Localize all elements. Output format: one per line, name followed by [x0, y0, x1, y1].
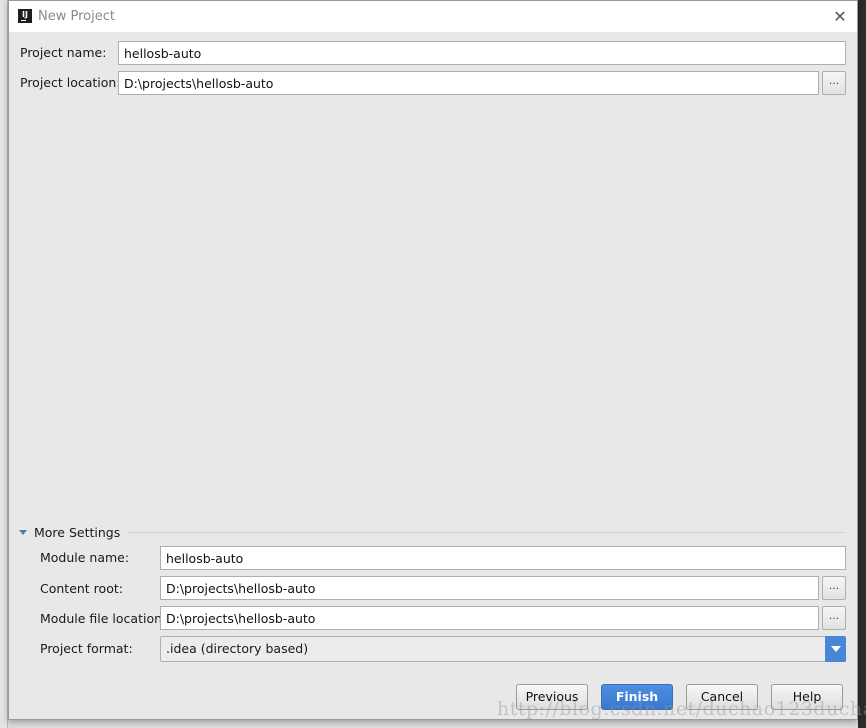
- content-root-input[interactable]: [160, 576, 819, 600]
- ide-left-edge: [0, 0, 8, 728]
- content-root-label: Content root:: [40, 581, 123, 596]
- project-format-value: .idea (directory based): [166, 641, 309, 656]
- module-name-label: Module name:: [40, 550, 130, 565]
- previous-button[interactable]: Previous: [516, 684, 588, 710]
- dialog-title: New Project: [38, 9, 115, 24]
- project-format-select[interactable]: .idea (directory based): [160, 636, 846, 662]
- project-name-label: Project name:: [20, 45, 107, 60]
- project-location-label: Project location:: [20, 75, 121, 90]
- project-location-browse-button[interactable]: ...: [822, 71, 846, 95]
- project-name-input[interactable]: [118, 41, 846, 65]
- separator: [128, 532, 845, 533]
- cancel-button[interactable]: Cancel: [686, 684, 758, 710]
- new-project-dialog: IJ New Project ✕ Project name: Project l…: [8, 0, 858, 720]
- project-format-label: Project format:: [40, 641, 133, 656]
- collapse-triangle-icon: [19, 530, 27, 535]
- help-button[interactable]: Help: [771, 684, 843, 710]
- module-name-input[interactable]: [160, 546, 846, 570]
- module-file-location-label: Module file location:: [40, 611, 167, 626]
- close-icon[interactable]: ✕: [829, 6, 851, 28]
- more-settings-label: More Settings: [34, 525, 121, 540]
- intellij-logo-icon: IJ: [18, 9, 32, 23]
- chevron-down-icon[interactable]: [825, 636, 846, 662]
- module-file-location-browse-button[interactable]: ...: [822, 606, 846, 630]
- title-bar: IJ New Project ✕: [9, 1, 857, 32]
- ide-right-edge: [858, 0, 866, 728]
- content-root-browse-button[interactable]: ...: [822, 576, 846, 600]
- finish-button[interactable]: Finish: [601, 684, 673, 710]
- project-location-input[interactable]: [118, 71, 819, 95]
- more-settings-toggle[interactable]: More Settings: [19, 525, 845, 540]
- module-file-location-input[interactable]: [160, 606, 819, 630]
